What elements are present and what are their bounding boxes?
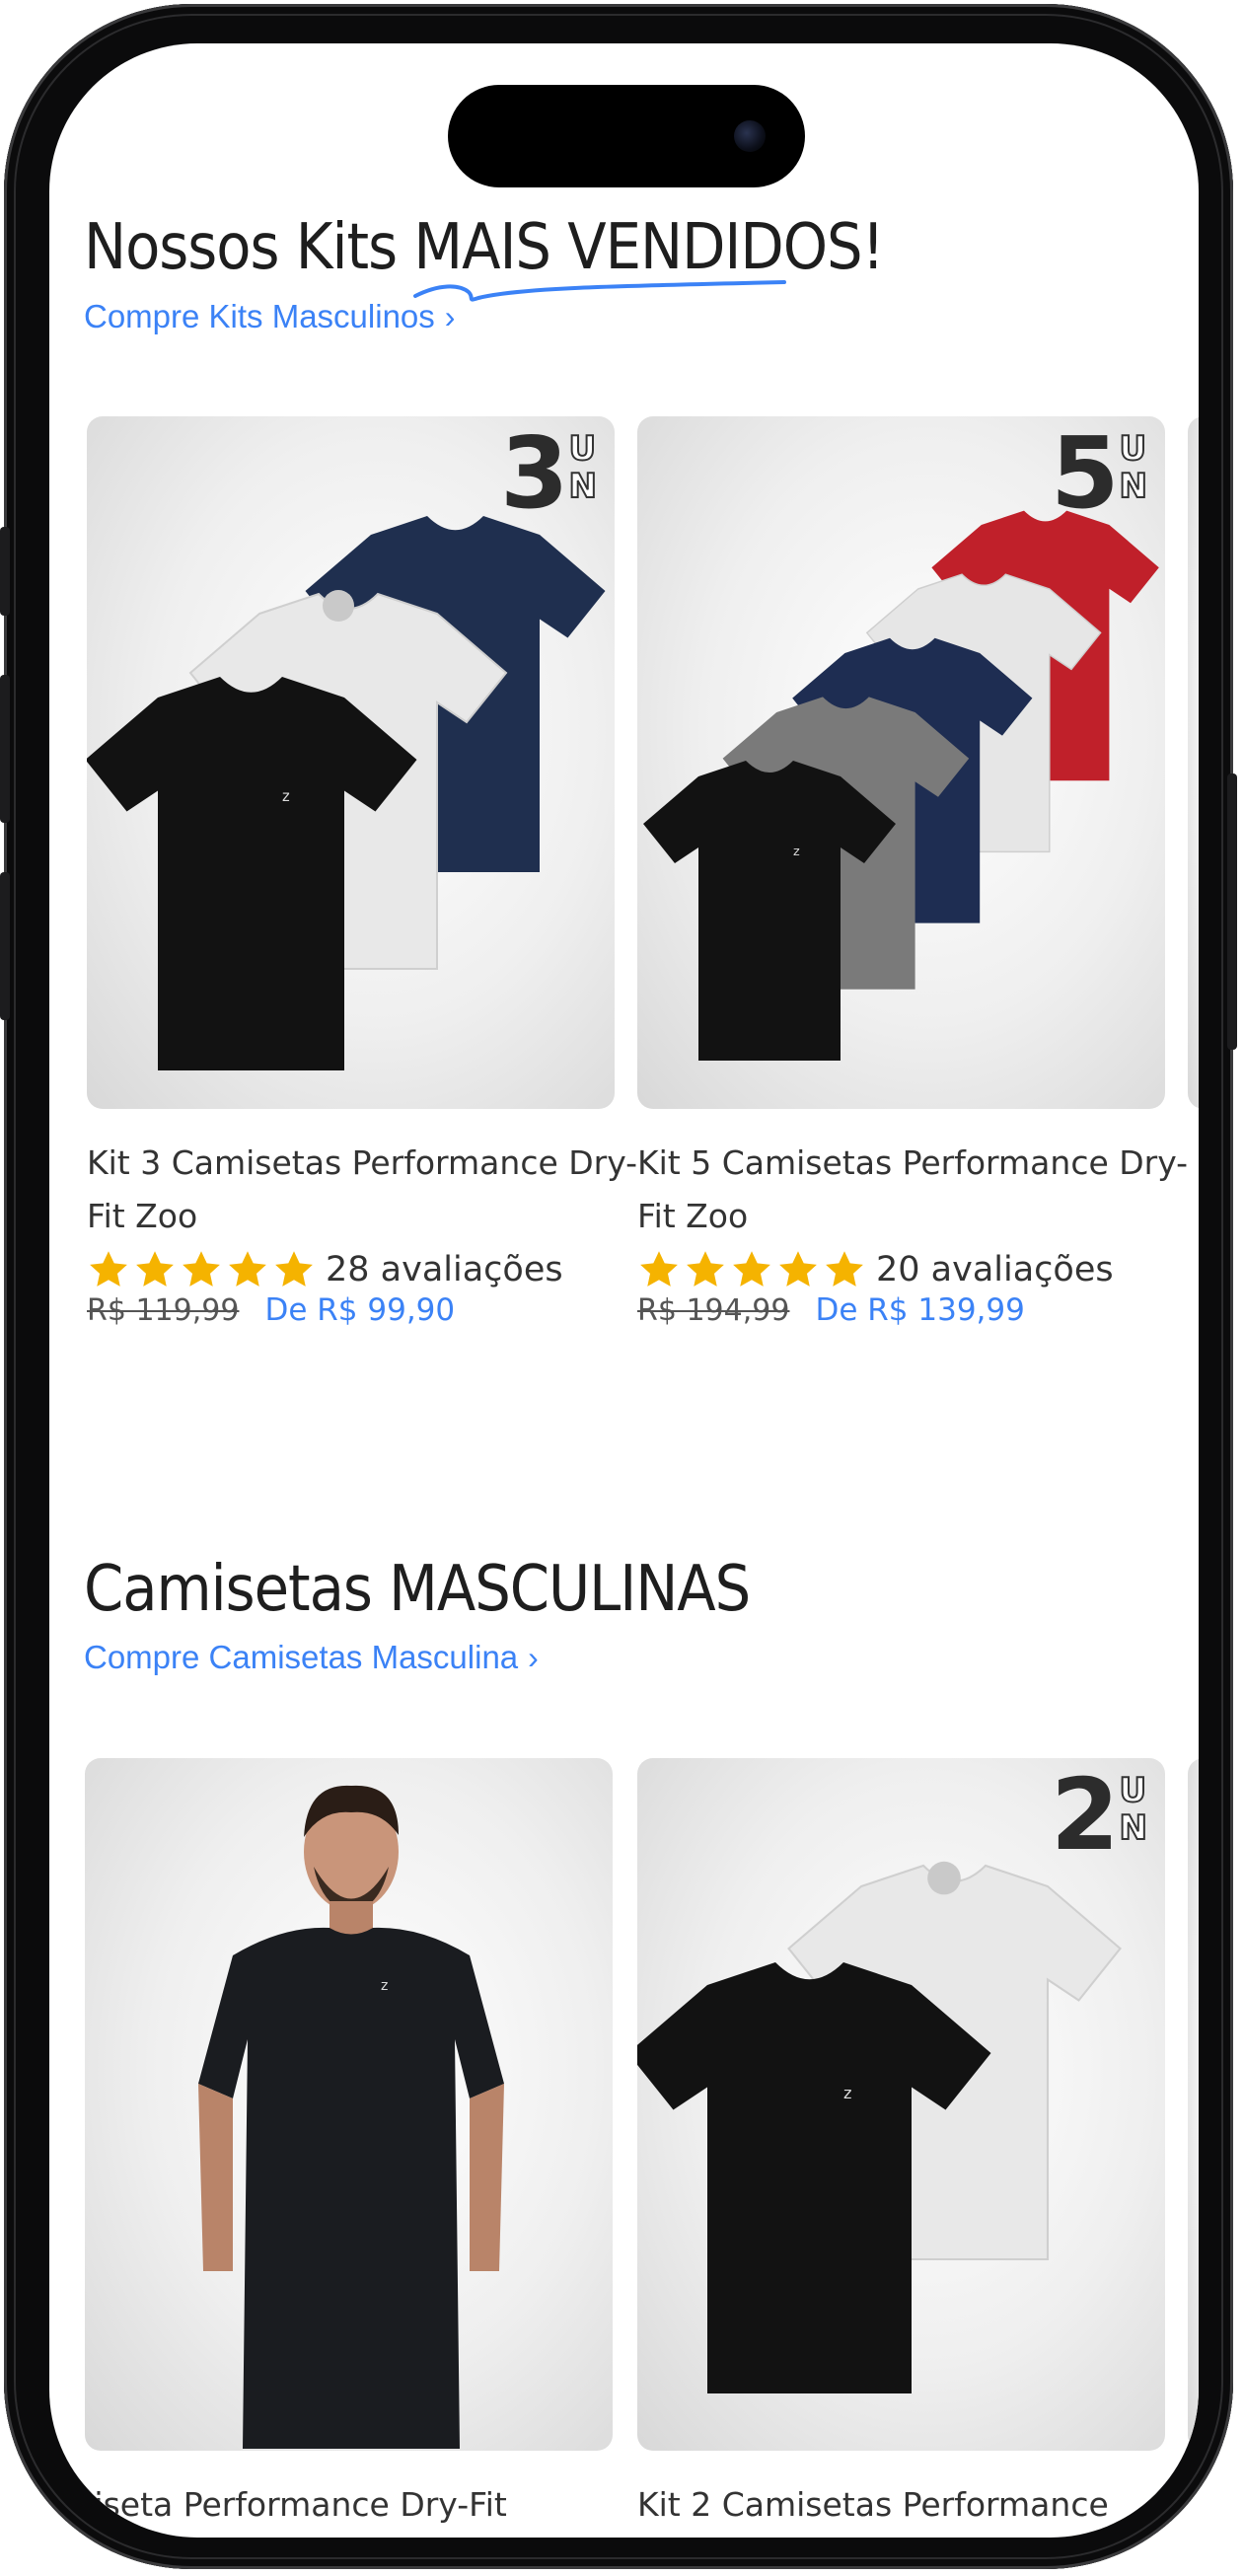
product-image[interactable]: z 5 U N <box>637 416 1165 1109</box>
volume-up-button <box>0 675 10 823</box>
badge-unit-n: N <box>568 467 599 506</box>
product-title[interactable]: Kit 5 Camisetas Performance Dry-Fit Zoo <box>637 1137 1190 1243</box>
svg-text:z: z <box>793 845 800 859</box>
star-icon <box>640 1251 678 1287</box>
badge-unit: U N <box>1119 429 1149 506</box>
man-wearing-black-tshirt-icon: z <box>198 1785 504 2449</box>
svg-text:z: z <box>381 1978 388 1994</box>
product-rating: 28 avaliações <box>87 1247 615 1292</box>
price-row: R$ 194,99 De R$ 139,99 <box>637 1292 1165 1328</box>
badge-number: 3 <box>499 416 569 531</box>
chevron-right-icon: › <box>444 299 456 334</box>
title-highlight-text: MAIS VENDIDOS! <box>413 211 884 284</box>
badge-unit-n: N <box>1119 467 1149 506</box>
star-icon <box>136 1251 174 1287</box>
product-title[interactable]: Kit 3 Camisetas Performance Dry-Fit Zoo <box>87 1137 639 1243</box>
rating-stars <box>637 1248 866 1291</box>
link-label: Compre Kits Masculinos <box>84 298 435 334</box>
new-price: De R$ 99,90 <box>264 1292 456 1328</box>
quantity-badge: 3 U N <box>499 416 599 531</box>
product-image[interactable] <box>1188 1758 1199 2451</box>
product-image[interactable] <box>1188 416 1199 1109</box>
product-card-kit-5[interactable]: z 5 U N Kit 5 Camisetas Performance Dry-… <box>637 416 1188 1328</box>
power-button <box>1227 773 1237 1050</box>
review-count: 28 avaliações <box>326 1250 563 1289</box>
star-icon <box>687 1251 724 1287</box>
badge-number: 2 <box>1050 1758 1120 1873</box>
old-price: R$ 119,99 <box>87 1292 240 1328</box>
product-card-kit-3[interactable]: z 3 U N Kit 3 Camisetas Performance Dry-… <box>87 416 637 1328</box>
product-image[interactable]: z 3 U N <box>87 416 615 1109</box>
product-title[interactable]: Camiseta Performance Dry-Fit <box>49 2478 572 2532</box>
new-price: De R$ 139,99 <box>815 1292 1025 1328</box>
svg-text:z: z <box>843 2084 851 2102</box>
badge-unit-u: U <box>1119 429 1148 469</box>
product-card-kit-2[interactable]: z 2 U N Kit 2 Camisetas Performance <box>637 1758 1165 2532</box>
product-image[interactable]: z 2 U N <box>637 1758 1165 2451</box>
screen: Nossos Kits MAIS VENDIDOS! Compre Kits M… <box>49 43 1199 2538</box>
title-highlight: MAIS VENDIDOS! <box>413 211 885 302</box>
svg-text:z: z <box>282 788 290 805</box>
star-icon <box>779 1251 817 1287</box>
section-title-camisetas: Camisetas MASCULINAS <box>84 1553 751 1626</box>
star-icon <box>229 1251 266 1287</box>
action-button <box>0 527 10 616</box>
product-image[interactable]: z <box>85 1758 613 2451</box>
star-icon <box>275 1251 313 1287</box>
title-prefix: Nossos Kits <box>84 211 414 284</box>
badge-unit-u: U <box>1119 1771 1148 1810</box>
section-title-kits: Nossos Kits MAIS VENDIDOS! <box>84 211 885 302</box>
phone-frame: Nossos Kits MAIS VENDIDOS! Compre Kits M… <box>0 4 1237 2569</box>
star-icon <box>183 1251 220 1287</box>
star-icon <box>826 1251 863 1287</box>
old-price: R$ 194,99 <box>637 1292 790 1328</box>
squiggle-underline-icon <box>413 280 787 302</box>
star-icon <box>733 1251 770 1287</box>
quantity-badge: 2 U N <box>1050 1758 1149 1873</box>
volume-down-button <box>0 872 10 1020</box>
chevron-right-icon: › <box>528 1640 539 1675</box>
product-title[interactable]: Kit 2 Camisetas Performance <box>637 2478 1150 2532</box>
product-card-peek[interactable] <box>1188 1758 1199 2451</box>
link-label: Compre Camisetas Masculina <box>84 1639 519 1675</box>
camera-lens-icon <box>734 120 766 152</box>
badge-number: 5 <box>1050 416 1120 531</box>
review-count: 20 avaliações <box>876 1250 1114 1289</box>
badge-unit-n: N <box>1119 1808 1149 1848</box>
rating-stars <box>87 1248 316 1291</box>
price-row: R$ 119,99 De R$ 99,90 <box>87 1292 615 1328</box>
badge-unit: U N <box>568 429 599 506</box>
link-compre-camisetas[interactable]: Compre Camisetas Masculina › <box>84 1639 539 1676</box>
link-compre-kits[interactable]: Compre Kits Masculinos › <box>84 298 455 335</box>
title-text: Camisetas MASCULINAS <box>84 1553 751 1626</box>
product-card-peek[interactable] <box>1188 416 1199 1109</box>
quantity-badge: 5 U N <box>1050 416 1149 531</box>
badge-unit-u: U <box>568 429 598 469</box>
dynamic-island <box>448 85 805 187</box>
badge-unit: U N <box>1119 1771 1149 1848</box>
product-card-camiseta[interactable]: z Camiseta Performance Dry-Fit <box>49 1758 613 2532</box>
star-icon <box>90 1251 127 1287</box>
product-rating: 20 avaliações <box>637 1247 1165 1292</box>
